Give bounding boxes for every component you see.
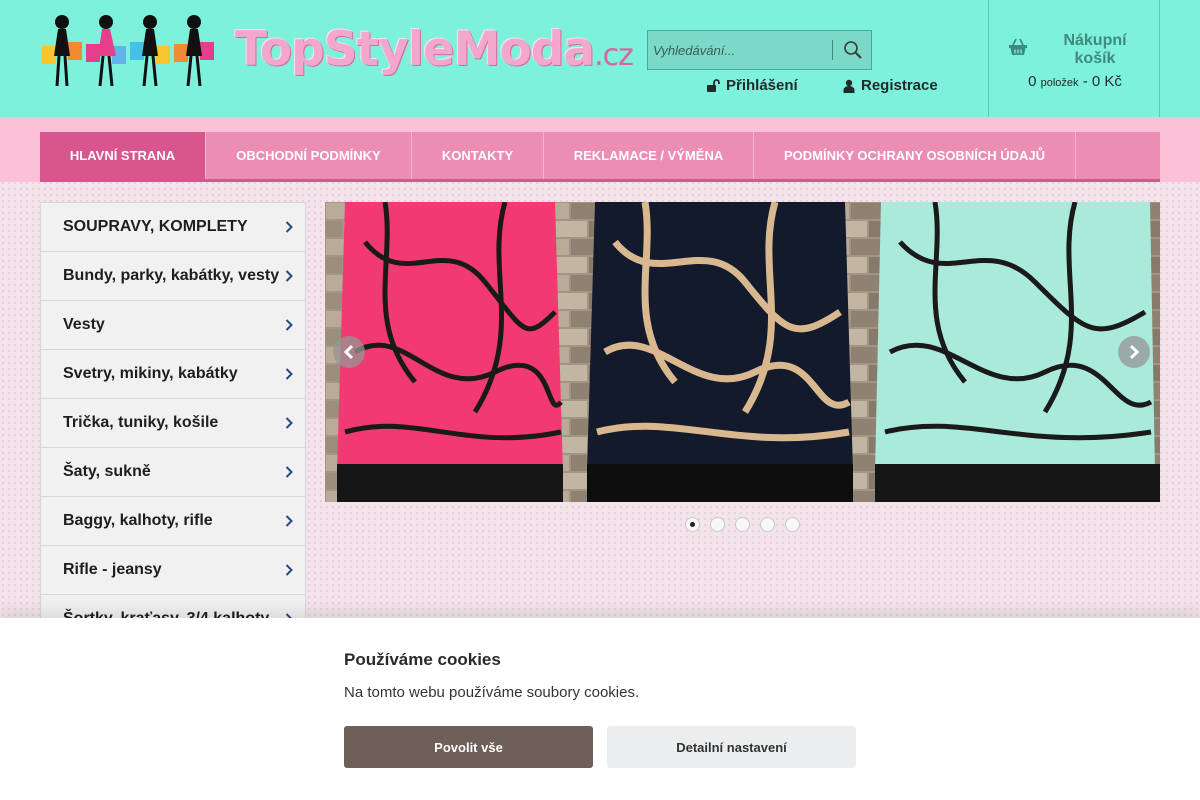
chevron-right-icon <box>285 221 293 233</box>
cart-separator: - <box>1082 73 1088 90</box>
login-link[interactable]: Přihlášení <box>706 77 798 94</box>
search-icon <box>844 41 862 59</box>
nav-item-terms[interactable]: OBCHODNÍ PODMÍNKY <box>206 132 412 179</box>
cart-summary: 0 položek - 0 Kč <box>1009 73 1141 90</box>
chevron-right-icon <box>285 319 293 331</box>
main-nav: HLAVNÍ STRANA OBCHODNÍ PODMÍNKY KONTAKTY… <box>40 132 1160 182</box>
category-label: Baggy, kalhoty, rifle <box>63 512 213 529</box>
unlock-icon <box>707 78 720 92</box>
register-label: Registrace <box>861 77 938 94</box>
logo-name: TopStyleModa <box>235 22 595 77</box>
cart-count: 0 <box>1028 73 1037 90</box>
slider-dot[interactable] <box>785 517 800 532</box>
cookie-title: Používáme cookies <box>344 650 501 669</box>
slide-image <box>325 202 1160 502</box>
slider-pagination <box>685 517 800 532</box>
category-label: Vesty <box>63 316 105 333</box>
category-item-tshirts[interactable]: Trička, tuniky, košile <box>41 399 305 448</box>
search-button[interactable] <box>834 31 872 69</box>
chevron-right-icon <box>285 270 293 282</box>
hero-slider[interactable] <box>325 202 1160 502</box>
category-item-vests[interactable]: Vesty <box>41 301 305 350</box>
site-logo[interactable]: TopStyleModa.cz <box>40 12 634 92</box>
category-sidebar: SOUPRAVY, KOMPLETY Bundy, parky, kabátky… <box>40 202 306 632</box>
chevron-right-icon <box>285 466 293 478</box>
nav-item-contacts[interactable]: KONTAKTY <box>412 132 544 179</box>
allow-all-cookies-button[interactable]: Povolit vše <box>344 726 593 768</box>
search-divider <box>832 40 833 60</box>
logo-wordmark: TopStyleModa.cz <box>235 22 634 77</box>
chevron-right-icon <box>285 417 293 429</box>
chevron-right-icon <box>285 564 293 576</box>
chevron-right-icon <box>285 515 293 527</box>
cart-count-unit: položek <box>1040 77 1079 89</box>
search-box <box>647 30 872 70</box>
category-label: Bundy, parky, kabátky, vesty <box>63 267 280 284</box>
cookie-text: Na tomto webu používáme soubory cookies. <box>344 684 640 701</box>
cart-title: Nákupní košík <box>1063 32 1127 67</box>
category-item-jackets[interactable]: Bundy, parky, kabátky, vesty <box>41 252 305 301</box>
category-label: Svetry, mikiny, kabátky <box>63 365 238 382</box>
category-label: Šaty, sukně <box>63 463 151 480</box>
chevron-right-icon <box>285 368 293 380</box>
category-item-dresses[interactable]: Šaty, sukně <box>41 448 305 497</box>
slider-prev-button[interactable] <box>333 336 365 368</box>
category-label: Rifle - jeansy <box>63 561 162 578</box>
slider-dot[interactable] <box>735 517 750 532</box>
slider-dot[interactable] <box>685 517 700 532</box>
category-item-sweaters[interactable]: Svetry, mikiny, kabátky <box>41 350 305 399</box>
slider-dot[interactable] <box>760 517 775 532</box>
basket-icon <box>1009 38 1027 55</box>
site-header: TopStyleModa.cz Přihlášení Registrace <box>0 0 1200 117</box>
cookie-settings-button[interactable]: Detailní nastavení <box>607 726 856 768</box>
register-link[interactable]: Registrace <box>843 77 938 94</box>
category-item-sets[interactable]: SOUPRAVY, KOMPLETY <box>41 203 305 252</box>
nav-item-returns[interactable]: REKLAMACE / VÝMĚNA <box>544 132 754 179</box>
chevron-right-icon <box>1129 344 1140 360</box>
shopping-cart[interactable]: Nákupní košík 0 položek - 0 Kč <box>988 0 1160 117</box>
chevron-left-icon <box>343 344 354 360</box>
category-item-trousers[interactable]: Baggy, kalhoty, rifle <box>41 497 305 546</box>
cookie-banner: Používáme cookies Na tomto webu používám… <box>0 618 1200 800</box>
slider-dot[interactable] <box>710 517 725 532</box>
category-label: Trička, tuniky, košile <box>63 414 219 431</box>
slider-next-button[interactable] <box>1118 336 1150 368</box>
nav-item-home[interactable]: HLAVNÍ STRANA <box>40 132 206 179</box>
category-label: SOUPRAVY, KOMPLETY <box>63 218 248 235</box>
user-icon <box>843 79 855 93</box>
search-input[interactable] <box>648 31 832 69</box>
login-label: Přihlášení <box>726 77 798 94</box>
logo-tld: .cz <box>594 38 634 73</box>
category-item-jeans[interactable]: Rifle - jeansy <box>41 546 305 595</box>
nav-item-privacy[interactable]: PODMÍNKY OCHRANY OSOBNÍCH ÚDAJŮ <box>754 132 1076 179</box>
cart-total: 0 Kč <box>1091 73 1122 90</box>
logo-figures-icon <box>42 15 214 87</box>
